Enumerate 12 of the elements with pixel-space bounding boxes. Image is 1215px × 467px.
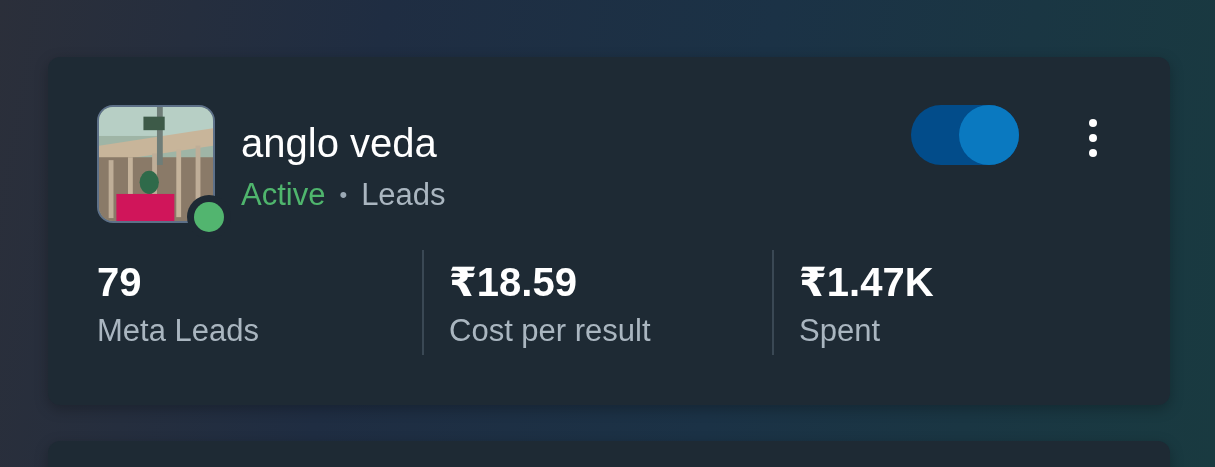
more-icon[interactable]: [1087, 117, 1099, 159]
status-label: Active: [241, 176, 326, 214]
stat-value: ₹1.47K: [799, 259, 935, 306]
stat-value: 79: [97, 259, 143, 306]
campaign-name: anglo veda: [241, 120, 438, 167]
toggle-switch[interactable]: [911, 105, 1019, 165]
stat-label: Meta Leads: [97, 312, 260, 350]
separator-dot: •: [339, 181, 348, 209]
objective-label: Leads: [361, 176, 446, 214]
stat-label: Spent: [799, 312, 881, 350]
stat-value: ₹18.59: [449, 259, 578, 306]
stat-label: Cost per result: [449, 312, 652, 350]
